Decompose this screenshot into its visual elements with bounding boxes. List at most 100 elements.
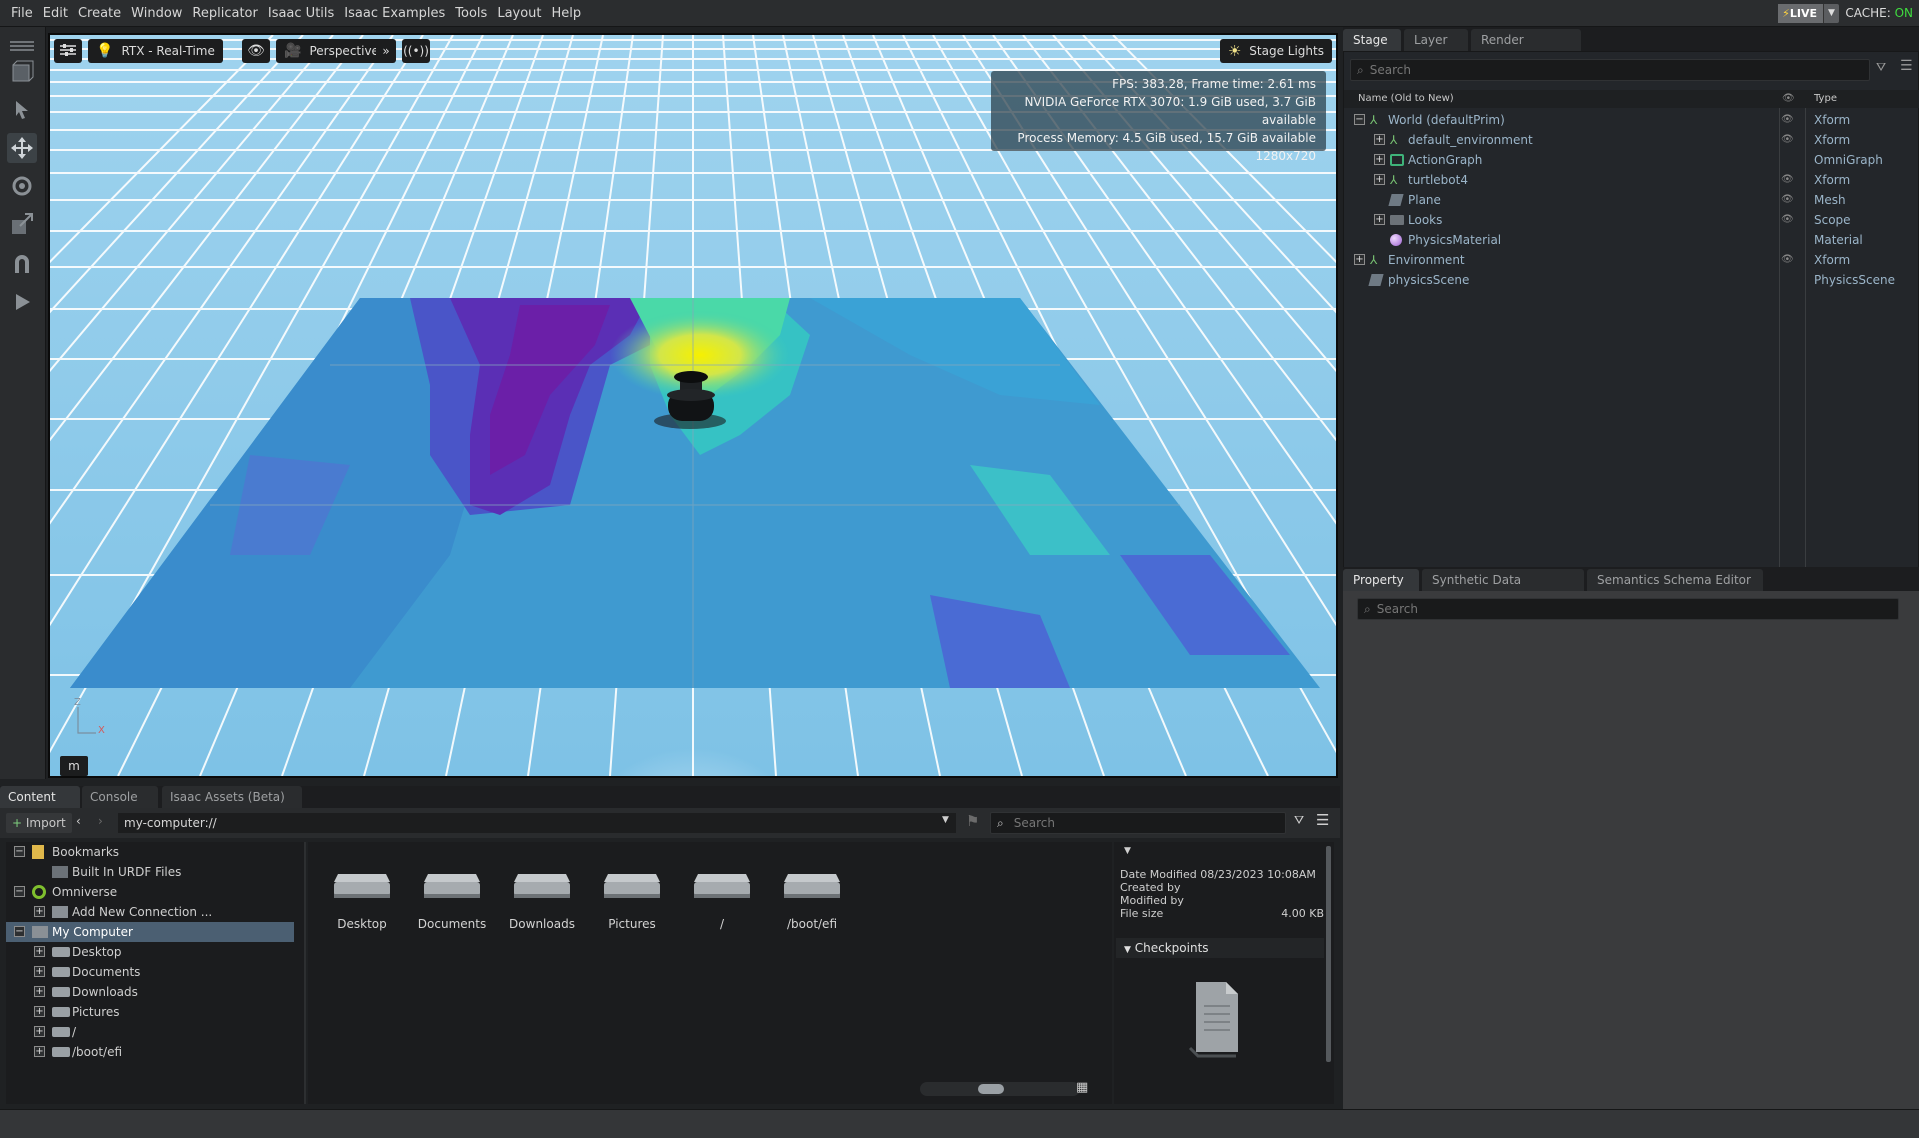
sidebar-item-boot-efi[interactable]: + /boot/efi: [6, 1042, 300, 1062]
menu-help[interactable]: Help: [547, 0, 587, 27]
details-chevron-down-icon[interactable]: ▼: [1124, 846, 1131, 856]
folder-root[interactable]: /: [686, 872, 758, 931]
sidebar-item-downloads[interactable]: + Downloads: [6, 982, 300, 1002]
collapse-icon[interactable]: −: [14, 846, 25, 857]
stage-row-physicsmaterial[interactable]: PhysicsMaterial Material: [1344, 230, 1919, 250]
folder-pictures[interactable]: Pictures: [596, 872, 668, 931]
tab-semantics-schema-editor[interactable]: Semantics Schema Editor: [1587, 569, 1763, 591]
visibility-eye-icon[interactable]: 👁: [1781, 250, 1794, 270]
forward-arrow-icon[interactable]: ›: [98, 814, 103, 828]
menu-window[interactable]: Window: [126, 0, 187, 27]
back-arrow-icon[interactable]: ‹: [76, 814, 81, 828]
collapse-icon[interactable]: −: [14, 886, 25, 897]
stage-lights-button[interactable]: ☀ Stage Lights: [1219, 39, 1332, 63]
stage-row-looks[interactable]: + Looks 👁 Scope: [1344, 210, 1919, 230]
menu-edit[interactable]: Edit: [38, 0, 73, 27]
stage-row-physicsscene[interactable]: physicsScene PhysicsScene: [1344, 270, 1919, 290]
menu-tools[interactable]: Tools: [450, 0, 492, 27]
expand-toolbar-button[interactable]: »: [376, 39, 396, 63]
select-object-icon[interactable]: [7, 57, 37, 87]
menu-isaac-examples[interactable]: Isaac Examples: [339, 0, 450, 27]
expand-icon[interactable]: +: [1374, 174, 1385, 185]
expand-icon[interactable]: +: [1374, 154, 1385, 165]
tab-layer[interactable]: Layer: [1404, 29, 1468, 51]
stage-row-environment[interactable]: + ⅄ Environment 👁 Xform: [1344, 250, 1919, 270]
rotate-icon[interactable]: [7, 171, 37, 201]
visibility-eye-icon[interactable]: 👁: [1781, 190, 1794, 210]
visibility-toggle-button[interactable]: 👁: [242, 39, 270, 63]
options-menu-icon[interactable]: ☰: [1900, 58, 1913, 74]
expand-icon[interactable]: +: [34, 1046, 45, 1057]
sidebar-item-add-connection[interactable]: + Add New Connection ...: [6, 902, 300, 922]
grid-view-icon[interactable]: ▦: [1076, 1080, 1088, 1095]
collapse-icon[interactable]: −: [1354, 114, 1365, 125]
stage-row-plane[interactable]: Plane 👁 Mesh: [1344, 190, 1919, 210]
live-sync-button[interactable]: ⚡LIVE ▼: [1778, 4, 1839, 23]
folder-boot-efi[interactable]: /boot/efi: [776, 872, 848, 931]
visibility-eye-icon[interactable]: 👁: [1781, 110, 1794, 130]
path-dropdown-chevron-icon[interactable]: ▼: [942, 815, 949, 825]
camera-button[interactable]: 🎥 Perspective: [276, 39, 387, 63]
collapse-icon[interactable]: −: [14, 926, 25, 937]
expand-icon[interactable]: +: [34, 906, 45, 917]
slider-thumb[interactable]: [978, 1084, 1004, 1094]
stage-row-world[interactable]: − ⅄ World (defaultPrim) 👁 Xform: [1344, 110, 1919, 130]
thumbnail-size-slider[interactable]: [920, 1082, 1080, 1096]
import-button[interactable]: + Import: [6, 813, 72, 833]
move-icon[interactable]: [7, 133, 37, 163]
stage-row-actiongraph[interactable]: + ActionGraph OmniGraph: [1344, 150, 1919, 170]
tab-content[interactable]: Content: [0, 786, 80, 808]
sidebar-item-my-computer[interactable]: − My Computer: [6, 922, 294, 942]
tab-synthetic-data-recorder[interactable]: Synthetic Data Recorder: [1422, 569, 1584, 609]
menu-isaac-utils[interactable]: Isaac Utils: [263, 0, 339, 27]
menu-file[interactable]: File: [6, 0, 38, 27]
expand-icon[interactable]: +: [34, 1026, 45, 1037]
select-icon[interactable]: [7, 95, 37, 125]
play-icon[interactable]: [7, 287, 37, 317]
expand-icon[interactable]: +: [34, 986, 45, 997]
property-search-input[interactable]: ⌕ Search: [1357, 598, 1899, 620]
folder-documents[interactable]: Documents: [416, 872, 488, 931]
bookmark-add-icon[interactable]: ⚑: [966, 812, 979, 830]
column-type-header[interactable]: Type: [1814, 90, 1837, 108]
expand-icon[interactable]: +: [34, 946, 45, 957]
sidebar-item-urdf[interactable]: Built In URDF Files: [6, 862, 300, 882]
expand-icon[interactable]: +: [1354, 254, 1365, 265]
expand-icon[interactable]: +: [34, 1006, 45, 1017]
content-search-input[interactable]: ⌕ Search: [990, 812, 1286, 834]
broadcast-button[interactable]: ((•)): [402, 39, 430, 63]
tab-property[interactable]: Property: [1343, 569, 1419, 591]
scale-icon[interactable]: [7, 209, 37, 239]
column-name-header[interactable]: Name (Old to New): [1358, 90, 1454, 108]
folder-desktop[interactable]: Desktop: [326, 872, 398, 931]
menu-replicator[interactable]: Replicator: [187, 0, 262, 27]
chevron-down-icon[interactable]: ▼: [1823, 4, 1839, 23]
tab-isaac-assets[interactable]: Isaac Assets (Beta): [162, 786, 302, 808]
sidebar-item-documents[interactable]: + Documents: [6, 962, 300, 982]
visibility-eye-icon[interactable]: 👁: [1781, 210, 1794, 230]
sidebar-item-desktop[interactable]: + Desktop: [6, 942, 300, 962]
snap-icon[interactable]: [7, 249, 37, 279]
expand-icon[interactable]: +: [1374, 214, 1385, 225]
menu-create[interactable]: Create: [73, 0, 126, 27]
filter-icon[interactable]: ⛛: [1876, 60, 1886, 75]
expand-icon[interactable]: +: [1374, 134, 1385, 145]
visibility-eye-icon[interactable]: 👁: [1781, 170, 1794, 190]
sidebar-item-root[interactable]: + /: [6, 1022, 300, 1042]
details-scrollbar[interactable]: [1326, 846, 1331, 1062]
stage-row-default-environment[interactable]: + ⅄ default_environment 👁 Xform: [1344, 130, 1919, 150]
menu-layout[interactable]: Layout: [492, 0, 546, 27]
tab-console[interactable]: Console: [82, 786, 158, 808]
sidebar-item-pictures[interactable]: + Pictures: [6, 1002, 300, 1022]
tab-stage[interactable]: Stage: [1343, 29, 1401, 51]
viewport[interactable]: 💡 RTX - Real-Time 👁 🎥 Perspective » ((•)) …: [48, 33, 1338, 778]
sidebar-item-bookmarks[interactable]: − Bookmarks: [6, 842, 300, 862]
sidebar-item-omniverse[interactable]: − Omniverse: [6, 882, 300, 902]
tab-render-settings[interactable]: Render Settings: [1471, 29, 1581, 69]
renderer-button[interactable]: 💡 RTX - Real-Time: [88, 39, 223, 63]
options-menu-icon[interactable]: ☰: [1316, 811, 1329, 829]
path-input[interactable]: my-computer://: [118, 813, 956, 833]
visibility-eye-icon[interactable]: 👁: [1781, 130, 1794, 150]
folder-downloads[interactable]: Downloads: [506, 872, 578, 931]
stage-search-input[interactable]: ⌕ Search: [1350, 59, 1870, 81]
